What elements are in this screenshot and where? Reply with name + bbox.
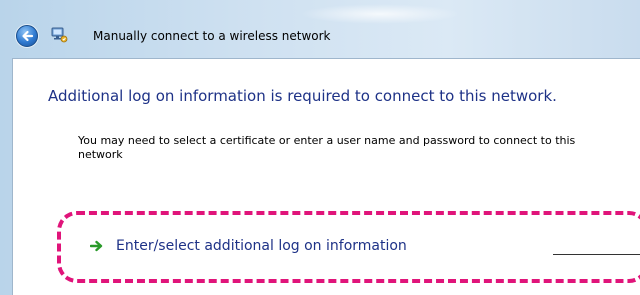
page-heading: Additional log on information is require… [48,87,557,105]
wizard-window: Manually connect to a wireless network A… [0,0,640,295]
command-link-label: Enter/select additional log on informati… [116,238,407,254]
title-bar: Manually connect to a wireless network [0,0,640,58]
back-arrow-icon [22,30,34,42]
page-description: You may need to select a certificate or … [78,134,576,161]
green-arrow-icon [90,240,103,252]
glass-reflection [300,4,460,24]
callout-line [553,254,640,255]
enter-logon-info-command-link[interactable]: Enter/select additional log on informati… [78,231,548,261]
network-icon [50,26,68,44]
window-title: Manually connect to a wireless network [93,29,331,43]
back-button[interactable] [16,25,38,47]
